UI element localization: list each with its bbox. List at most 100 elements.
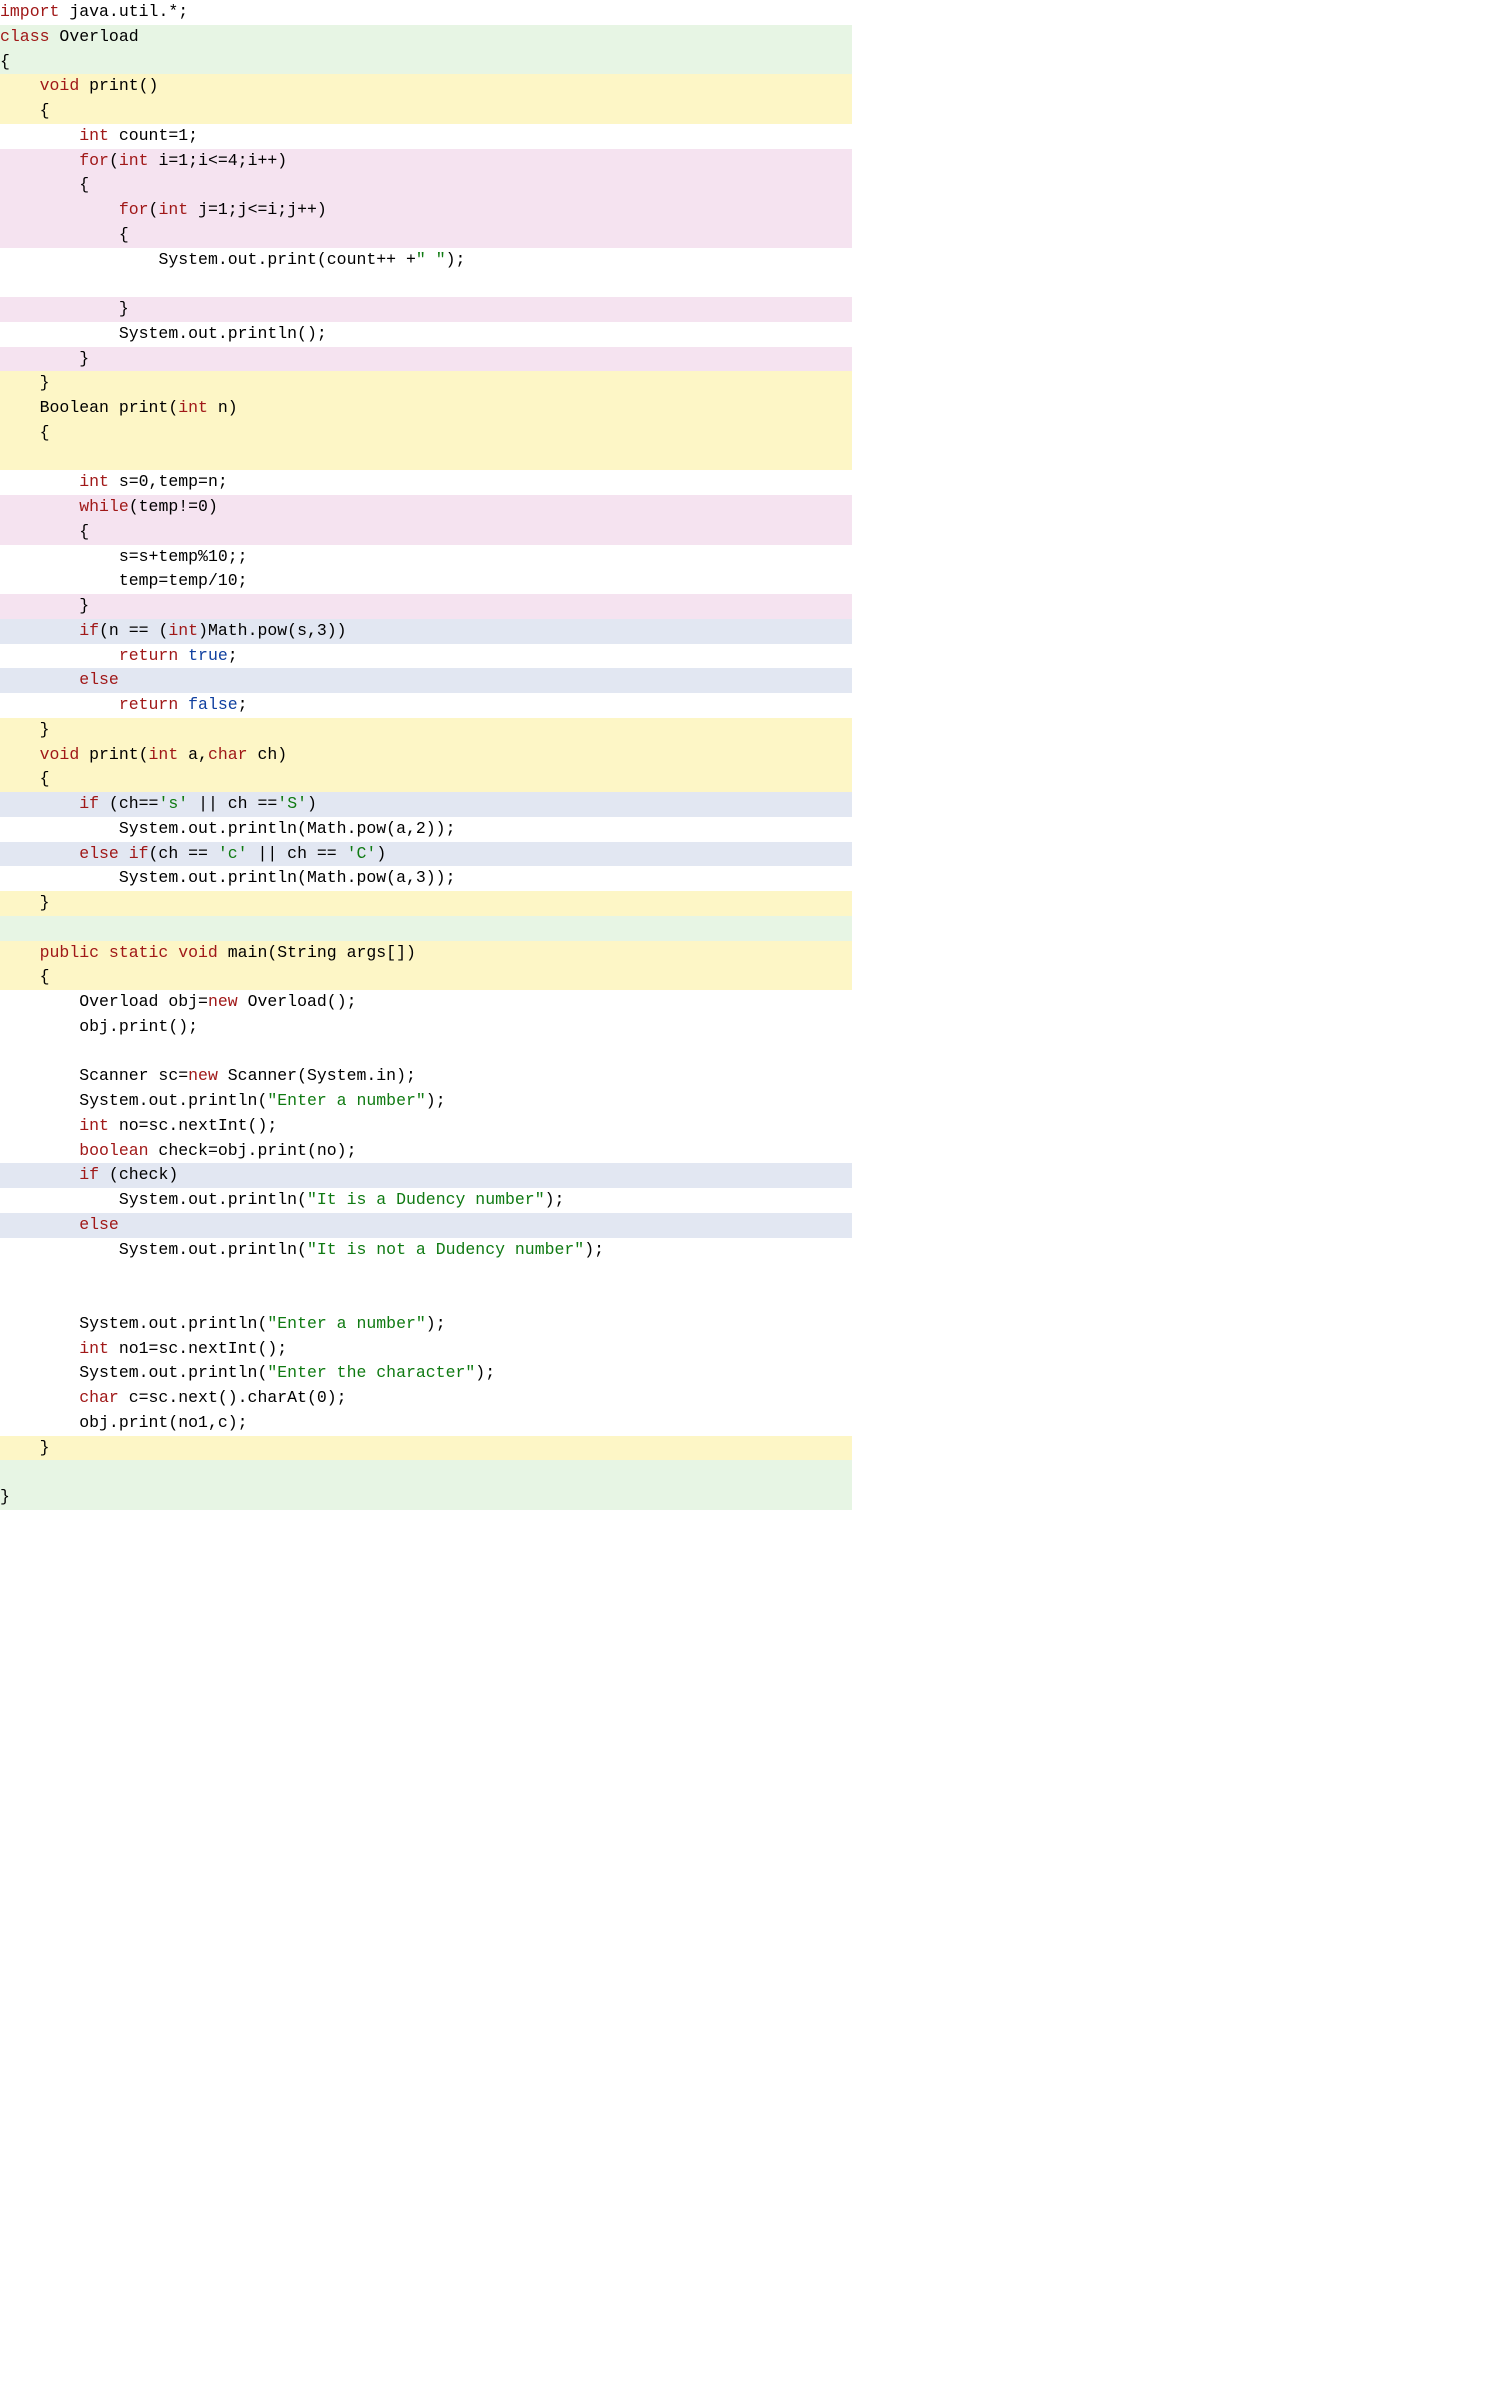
code-token-bool: false — [188, 695, 238, 714]
code-token-ident: (check) — [99, 1165, 178, 1184]
code-line: int count=1; — [0, 124, 852, 149]
code-line — [0, 1460, 852, 1485]
code-token-ident: ); — [446, 250, 466, 269]
code-token-ident: ; — [228, 646, 238, 665]
code-line: import java.util.*; — [0, 0, 852, 25]
code-token-ident: { — [79, 522, 89, 541]
code-token-kw: int — [79, 472, 109, 491]
code-token-kw: new — [188, 1066, 218, 1085]
code-token-str: 's' — [158, 794, 188, 813]
code-editor-pane: A Let's Code import java.util.*;class Ov… — [0, 0, 852, 1510]
code-line: else — [0, 1213, 852, 1238]
code-token-ident — [79, 1042, 89, 1061]
code-token-ident: Overload obj= — [79, 992, 208, 1011]
code-line: if (ch=='s' || ch =='S') — [0, 792, 852, 817]
code-token-ident: ); — [426, 1314, 446, 1333]
code-token-kw: else — [79, 670, 119, 689]
code-line: int no1=sc.nextInt(); — [0, 1337, 852, 1362]
code-line: if(n == (int)Math.pow(s,3)) — [0, 619, 852, 644]
code-token-kw: for — [119, 200, 149, 219]
code-token-kw: new — [208, 992, 238, 1011]
code-line: } — [0, 1485, 852, 1510]
code-line: boolean check=obj.print(no); — [0, 1139, 852, 1164]
code-token-ident — [158, 274, 168, 293]
code-line: { — [0, 767, 852, 792]
code-line: System.out.println("Enter the character"… — [0, 1361, 852, 1386]
code-token-ident — [178, 646, 188, 665]
code-token-ident: j=1;j<=i;j++) — [188, 200, 327, 219]
code-token-ident: Boolean print( — [40, 398, 179, 417]
code-token-kw: import — [0, 2, 59, 21]
code-token-ident: (n == ( — [99, 621, 168, 640]
code-token-ident: (ch == — [149, 844, 218, 863]
code-line: obj.print(no1,c); — [0, 1411, 852, 1436]
code-token-kw: else if — [79, 844, 148, 863]
code-token-ident: print() — [79, 76, 158, 95]
code-token-ident: no=sc.nextInt(); — [109, 1116, 277, 1135]
code-line: else — [0, 668, 852, 693]
code-line: s=s+temp%10;; — [0, 545, 852, 570]
code-token-ident: System.out.println(Math.pow(a,2)); — [119, 819, 456, 838]
code-line: Scanner sc=new Scanner(System.in); — [0, 1064, 852, 1089]
code-token-ident: n) — [208, 398, 238, 417]
code-line: System.out.println(); — [0, 322, 852, 347]
code-token-ident: } — [79, 596, 89, 615]
code-token-bool: true — [188, 646, 228, 665]
code-line — [0, 1287, 852, 1312]
code-line: { — [0, 421, 852, 446]
code-token-str: "Enter a number" — [267, 1091, 425, 1110]
code-line: for(int j=1;j<=i;j++) — [0, 198, 852, 223]
code-token-ident: ); — [584, 1240, 604, 1259]
code-token-ident: System.out.println(Math.pow(a,3)); — [119, 868, 456, 887]
code-token-kw: else — [79, 1215, 119, 1234]
code-token-ident: { — [40, 967, 50, 986]
code-token-kw: class — [0, 27, 50, 46]
code-token-kw: if — [79, 1165, 99, 1184]
code-line: } — [0, 297, 852, 322]
code-token-ident — [79, 1264, 89, 1283]
code-line: { — [0, 520, 852, 545]
code-token-ident: ; — [238, 695, 248, 714]
code-token-ident: } — [119, 299, 129, 318]
code-token-ident: ( — [149, 200, 159, 219]
code-token-ident — [0, 918, 10, 937]
code-token-ident: } — [40, 893, 50, 912]
code-token-str: " " — [416, 250, 446, 269]
code-token-kw: while — [79, 497, 129, 516]
code-token-ident — [79, 1289, 89, 1308]
code-token-kw: for — [79, 151, 109, 170]
code-line: int no=sc.nextInt(); — [0, 1114, 852, 1139]
code-line: while(temp!=0) — [0, 495, 852, 520]
code-token-ident: Scanner sc= — [79, 1066, 188, 1085]
code-line: { — [0, 173, 852, 198]
code-token-str: "It is a Dudency number" — [307, 1190, 545, 1209]
code-token-ident: } — [79, 349, 89, 368]
code-token-ident: { — [40, 423, 50, 442]
code-token-str: "Enter a number" — [267, 1314, 425, 1333]
code-line: for(int i=1;i<=4;i++) — [0, 149, 852, 174]
code-token-ident: Overload — [50, 27, 139, 46]
code-line: { — [0, 50, 852, 75]
code-token-ident: main(String args[]) — [218, 943, 416, 962]
code-line: if (check) — [0, 1163, 852, 1188]
code-token-ident: obj.print(no1,c); — [79, 1413, 247, 1432]
code-token-ident — [178, 695, 188, 714]
code-token-ident: ); — [475, 1363, 495, 1382]
code-token-ident: } — [0, 1487, 10, 1506]
code-token-ident: System.out.println( — [79, 1314, 267, 1333]
code-token-ident: { — [119, 225, 129, 244]
code-token-ident: } — [40, 373, 50, 392]
code-line: } — [0, 891, 852, 916]
code-line: } — [0, 594, 852, 619]
code-token-kw: int — [149, 745, 179, 764]
code-token-ident: s=s+temp%10;; — [119, 547, 248, 566]
code-line: } — [0, 347, 852, 372]
code-token-str: 'S' — [277, 794, 307, 813]
code-token-ident: ) — [376, 844, 386, 863]
code-token-ident: ch) — [248, 745, 288, 764]
code-token-kw: if — [79, 794, 99, 813]
code-token-ident — [0, 1462, 10, 1481]
code-token-kw: void — [40, 76, 80, 95]
code-token-ident: ); — [545, 1190, 565, 1209]
code-token-kw: if — [79, 621, 99, 640]
